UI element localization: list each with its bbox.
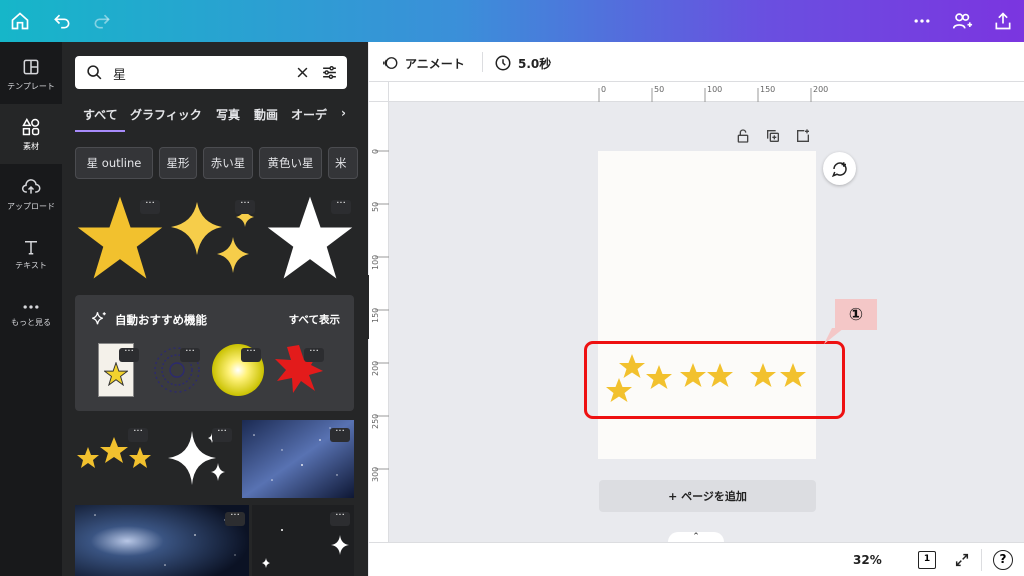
tabs-next-icon[interactable]: › bbox=[341, 106, 346, 120]
rail-item-more[interactable]: もっと見る bbox=[0, 284, 62, 344]
left-rail: テンプレート 素材 アップロード テキスト もっと見る bbox=[0, 42, 62, 576]
recommendation-panel: 自動おすすめ機能 すべて表示 ··· ··· ··· ··· bbox=[75, 295, 354, 411]
search-query: 星 bbox=[113, 68, 127, 83]
tab-audio[interactable]: オーデ bbox=[291, 106, 327, 123]
rail-item-text[interactable]: テキスト bbox=[0, 224, 62, 284]
template-icon bbox=[23, 59, 39, 74]
ruler-label: 0 bbox=[601, 85, 607, 94]
item-more-icon[interactable]: ··· bbox=[235, 199, 255, 214]
elements-panel: 星 すべて グラフィック 写真 動画 オーデ › 星 outline 星形 赤い… bbox=[62, 42, 368, 576]
item-more-icon[interactable]: ··· bbox=[304, 347, 324, 362]
top-bar bbox=[0, 0, 1024, 42]
animate-icon bbox=[383, 57, 398, 69]
ruler-label: 200 bbox=[371, 360, 380, 376]
help-button[interactable]: ? bbox=[993, 550, 1013, 570]
duration-button[interactable]: 5.0秒 bbox=[494, 54, 551, 72]
step-callout: ① bbox=[835, 299, 877, 330]
item-more-icon[interactable]: ··· bbox=[225, 511, 245, 526]
ruler-label: 50 bbox=[371, 201, 380, 212]
item-more-icon[interactable]: ··· bbox=[180, 347, 200, 362]
more-dots-icon bbox=[23, 304, 39, 309]
animate-button[interactable]: アニメート bbox=[381, 54, 465, 72]
rail-item-label: テンプレート bbox=[7, 81, 55, 91]
tab-all[interactable]: すべて bbox=[83, 106, 118, 123]
toolbar-divider bbox=[482, 52, 483, 72]
active-tab-indicator bbox=[75, 130, 125, 132]
ruler-label: 100 bbox=[371, 254, 380, 270]
item-more-icon[interactable]: ··· bbox=[140, 199, 160, 214]
item-more-icon[interactable]: ··· bbox=[241, 347, 261, 362]
rail-item-uploads[interactable]: アップロード bbox=[0, 164, 62, 224]
comment-icon bbox=[831, 161, 847, 177]
vertical-ruler: 0 50 100 150 200 250 300 bbox=[369, 102, 389, 542]
upload-icon[interactable] bbox=[991, 9, 1015, 33]
page-number: 1 bbox=[923, 554, 931, 564]
redo-icon[interactable] bbox=[90, 9, 114, 33]
rail-item-label: アップロード bbox=[7, 201, 55, 211]
item-more-icon[interactable]: ··· bbox=[212, 427, 232, 442]
search-icon bbox=[87, 65, 102, 80]
duplicate-page-icon[interactable] bbox=[765, 128, 781, 144]
horizontal-ruler: 0 50 100 150 200 bbox=[389, 82, 1024, 102]
chip-more[interactable]: 米 bbox=[328, 147, 358, 179]
chip-red-star[interactable]: 赤い星 bbox=[203, 147, 253, 179]
rail-item-templates[interactable]: テンプレート bbox=[0, 44, 62, 104]
recommendation-title: 自動おすすめ機能 bbox=[115, 313, 207, 327]
lock-icon[interactable] bbox=[735, 128, 751, 144]
galaxy-photo[interactable] bbox=[75, 505, 249, 576]
text-icon bbox=[25, 240, 37, 254]
ruler-label: 100 bbox=[707, 85, 723, 94]
filter-icon[interactable] bbox=[321, 64, 338, 81]
duration-label: 5.0秒 bbox=[518, 56, 552, 71]
undo-icon[interactable] bbox=[50, 9, 74, 33]
chip-star-outline[interactable]: 星 outline bbox=[75, 147, 153, 179]
add-comment-button[interactable] bbox=[823, 152, 856, 185]
rail-item-label: もっと見る bbox=[11, 317, 51, 327]
item-more-icon[interactable]: ··· bbox=[330, 511, 350, 526]
see-all-link[interactable]: すべて表示 bbox=[289, 312, 340, 327]
ruler-label: 250 bbox=[371, 413, 380, 429]
home-icon[interactable] bbox=[8, 9, 32, 33]
add-page-icon[interactable] bbox=[795, 128, 811, 144]
search-input[interactable]: 星 bbox=[75, 56, 347, 89]
upload-cloud-icon bbox=[22, 178, 41, 194]
rail-item-elements[interactable]: 素材 bbox=[0, 104, 62, 164]
callout-pointer bbox=[824, 328, 844, 344]
more-icon[interactable] bbox=[910, 9, 934, 33]
clear-icon[interactable] bbox=[295, 65, 310, 80]
ruler-label: 150 bbox=[760, 85, 776, 94]
item-more-icon[interactable]: ··· bbox=[119, 347, 139, 362]
rail-item-label: 素材 bbox=[23, 141, 39, 151]
bottom-bar: 32% 1 ? bbox=[369, 542, 1024, 576]
clock-icon bbox=[495, 55, 511, 71]
search-tabs: すべて グラフィック 写真 動画 オーデ › bbox=[75, 104, 360, 132]
ruler-label: 0 bbox=[371, 148, 380, 154]
elements-icon bbox=[22, 117, 40, 135]
ruler-label: 50 bbox=[654, 85, 665, 94]
zoom-level[interactable]: 32% bbox=[853, 553, 882, 567]
page-count-icon[interactable]: 1 bbox=[918, 551, 936, 569]
chip-star-shape[interactable]: 星形 bbox=[159, 147, 197, 179]
ruler-label: 150 bbox=[371, 307, 380, 323]
rail-item-label: テキスト bbox=[15, 260, 47, 270]
tab-photos[interactable]: 写真 bbox=[216, 106, 240, 123]
fullscreen-icon[interactable] bbox=[954, 552, 970, 568]
share-people-icon[interactable] bbox=[950, 9, 974, 33]
ruler-label: 300 bbox=[371, 466, 380, 482]
magic-sparkle-icon bbox=[92, 312, 106, 325]
ruler-corner bbox=[369, 82, 389, 102]
chip-yellow-star[interactable]: 黄色い星 bbox=[259, 147, 322, 179]
editor-toolbar: アニメート 5.0秒 bbox=[369, 42, 1024, 82]
item-more-icon[interactable]: ··· bbox=[330, 427, 350, 442]
tab-graphics[interactable]: グラフィック bbox=[130, 106, 202, 123]
animate-label: アニメート bbox=[405, 56, 465, 71]
highlight-box bbox=[584, 341, 845, 419]
bottom-divider bbox=[981, 549, 982, 571]
tab-videos[interactable]: 動画 bbox=[254, 106, 278, 123]
item-more-icon[interactable]: ··· bbox=[331, 199, 351, 214]
ruler-label: 200 bbox=[813, 85, 829, 94]
add-page-button[interactable]: + ページを追加 bbox=[599, 480, 816, 512]
item-more-icon[interactable]: ··· bbox=[128, 427, 148, 442]
